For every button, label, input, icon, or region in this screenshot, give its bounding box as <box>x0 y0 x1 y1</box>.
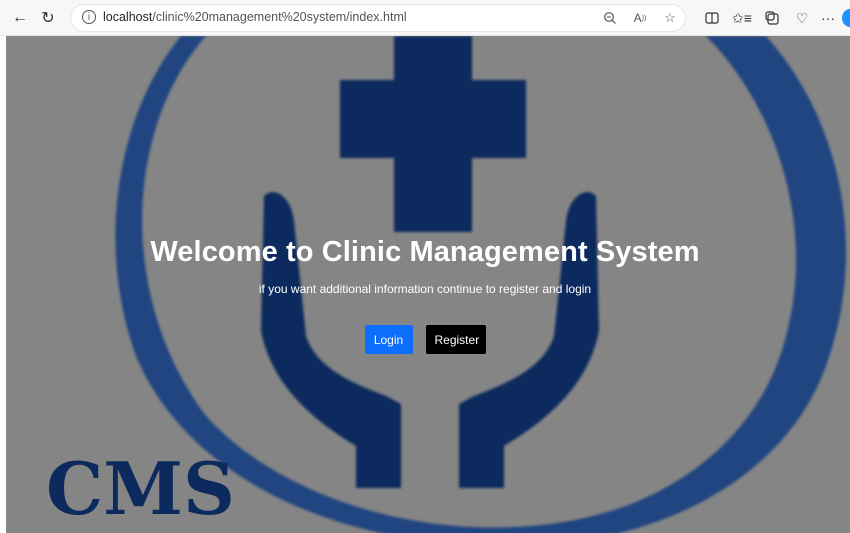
split-screen-icon[interactable] <box>700 6 724 30</box>
action-buttons: Login Register <box>6 325 850 354</box>
collections-icon[interactable] <box>760 6 784 30</box>
browser-essentials-icon[interactable]: ♡ <box>790 6 814 30</box>
more-icon[interactable]: ··· <box>816 6 840 30</box>
back-icon[interactable]: ← <box>8 6 32 30</box>
register-button[interactable]: Register <box>425 325 486 354</box>
page-subtitle: if you want additional information conti… <box>258 282 592 296</box>
browser-toolbar: ← ↻ i localhost/clinic%20management%20sy… <box>0 0 850 36</box>
copilot-icon[interactable] <box>838 6 850 30</box>
page-viewport: CMS Welcome to Clinic Management System … <box>6 36 850 533</box>
url-text[interactable]: localhost/clinic%20management%20system/i… <box>103 10 407 24</box>
login-button[interactable]: Login <box>364 325 413 354</box>
refresh-icon[interactable]: ↻ <box>36 6 60 30</box>
url-host: localhost <box>103 10 153 24</box>
page-title: Welcome to Clinic Management System <box>150 236 700 268</box>
zoom-icon[interactable] <box>600 8 620 28</box>
read-aloud-icon[interactable]: A)) <box>630 8 650 28</box>
info-icon[interactable]: i <box>82 10 96 24</box>
favorite-icon[interactable]: ☆ <box>660 8 680 28</box>
cms-logo-text: CMS <box>46 446 235 531</box>
favorites-list-icon[interactable]: ✩≡ <box>730 6 754 30</box>
address-bar[interactable]: i localhost/clinic%20management%20system… <box>70 4 686 32</box>
url-path: /clinic%20management%20system/index.html <box>152 10 407 24</box>
hero-section: Welcome to Clinic Management System if y… <box>6 236 850 296</box>
